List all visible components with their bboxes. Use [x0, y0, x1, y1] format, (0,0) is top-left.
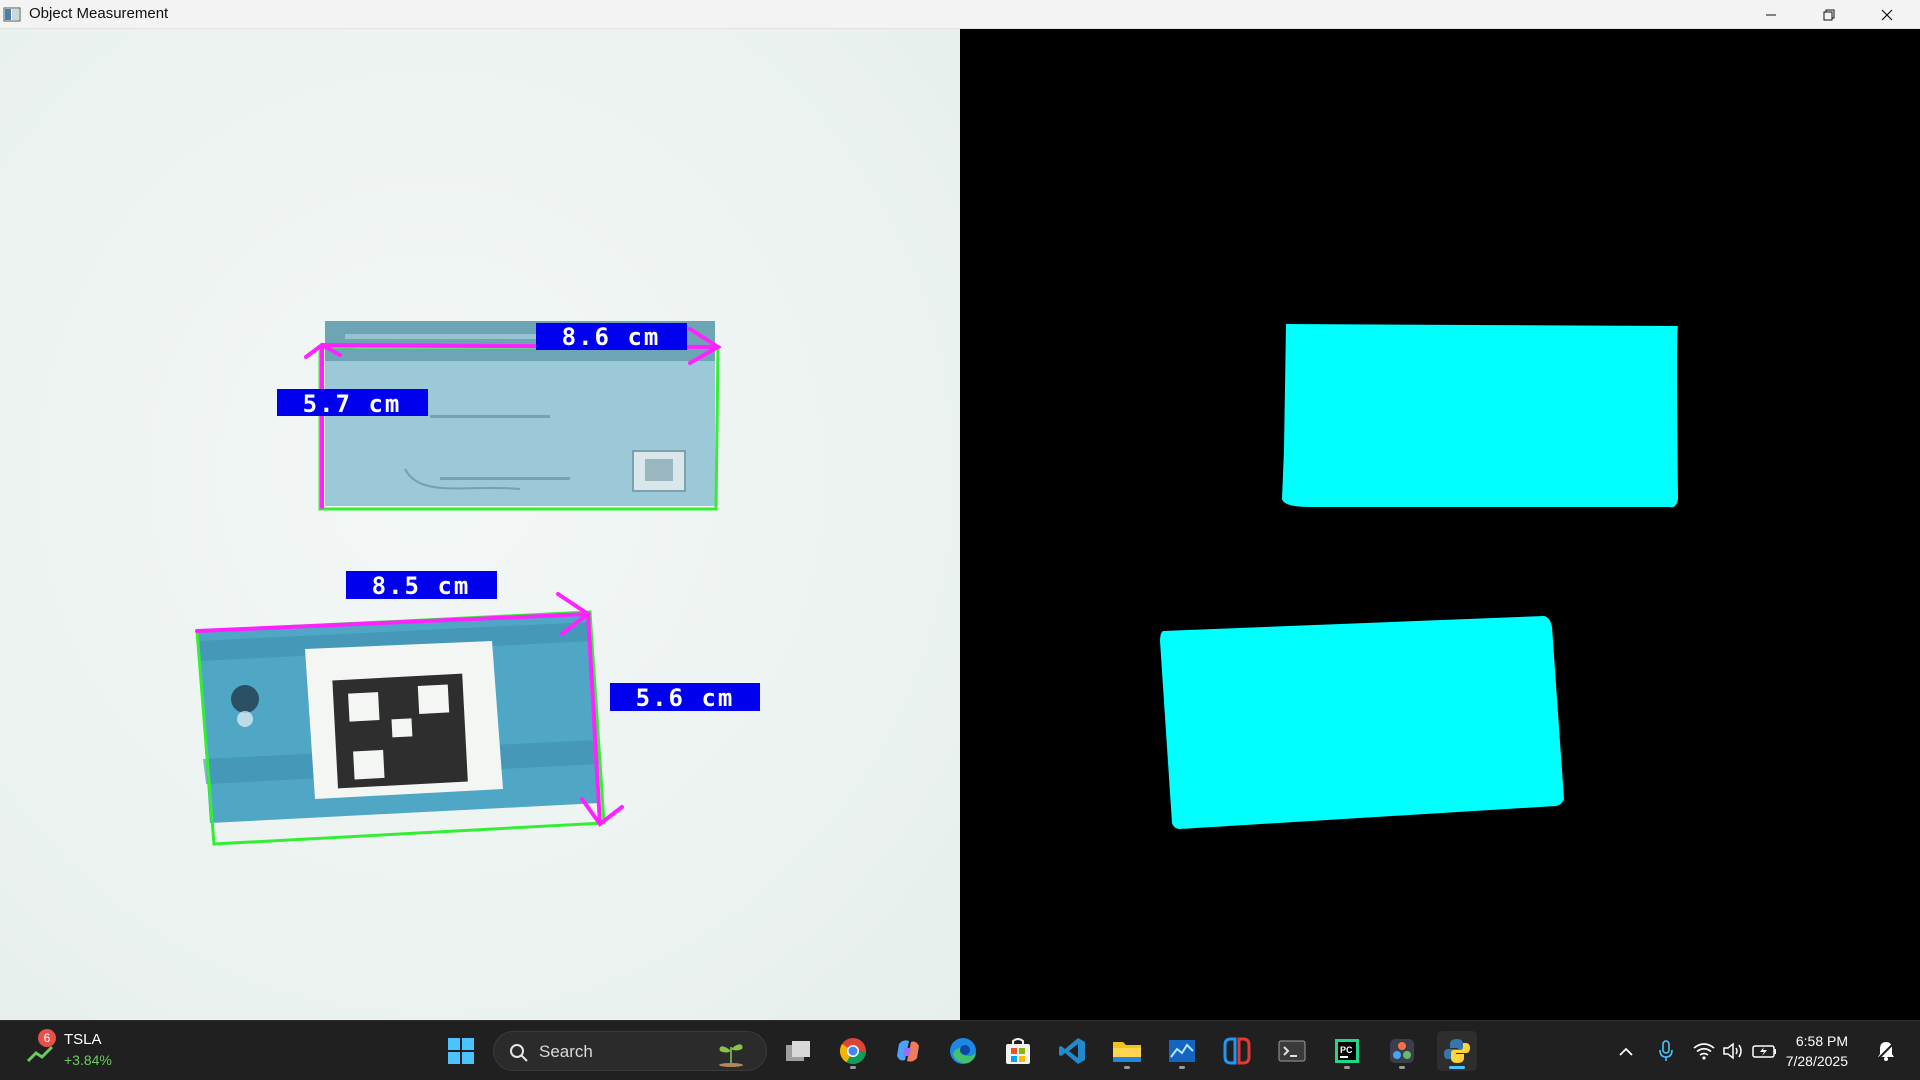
python-button[interactable] [1437, 1031, 1477, 1071]
window-title: Object Measurement [29, 5, 169, 22]
restore-icon [1823, 9, 1835, 20]
card-top-height-label: 5.7 cm [277, 389, 428, 418]
nintendo-switch-button[interactable] [1217, 1031, 1257, 1071]
running-indicator [1124, 1066, 1130, 1069]
card-bottom-image [197, 612, 600, 823]
davinci-resolve-icon [1390, 1039, 1414, 1063]
terminal-button[interactable] [1272, 1031, 1312, 1071]
chrome-button[interactable] [833, 1031, 873, 1071]
running-indicator [1344, 1066, 1350, 1069]
card-top-width-label: 8.6 cm [536, 323, 687, 351]
clock-date: 7/28/2025 [1785, 1053, 1848, 1069]
vscode-button[interactable] [1052, 1031, 1092, 1071]
stock-chart-icon [26, 1045, 54, 1063]
running-indicator [850, 1066, 856, 1069]
microsoft-store-icon [1006, 1038, 1030, 1064]
close-icon [1881, 9, 1893, 20]
search-icon [510, 1044, 528, 1062]
notifications-button[interactable] [1874, 1039, 1898, 1063]
volume-button[interactable] [1721, 1039, 1745, 1063]
edge-button[interactable] [943, 1031, 983, 1071]
clock[interactable]: 6:58 PM 7/28/2025 [1786, 1031, 1848, 1071]
chevron-up-icon [1619, 1047, 1633, 1056]
edge-icon [950, 1038, 976, 1064]
store-button[interactable] [998, 1031, 1038, 1071]
vscode-icon [1059, 1038, 1085, 1064]
active-indicator [1449, 1066, 1465, 1069]
taskbar: 6 TSLA +3.84% Search PC 6:58 PM 7/28/202… [0, 1020, 1920, 1080]
battery-icon [1752, 1045, 1776, 1058]
copilot-icon [897, 1040, 919, 1062]
search-highlight-icon [719, 1044, 743, 1067]
card-bottom-width-label: 8.5 cm [346, 571, 497, 600]
clock-time: 6:58 PM [1795, 1033, 1848, 1049]
copilot-button[interactable] [888, 1031, 928, 1071]
search-label: Search [539, 1042, 593, 1061]
nintendo-switch-icon [1223, 1037, 1251, 1065]
file-explorer-button[interactable] [1107, 1031, 1147, 1071]
svg-text:5.7 cm: 5.7 cm [303, 390, 402, 418]
davinci-resolve-button[interactable] [1382, 1031, 1422, 1071]
wifi-icon [1693, 1043, 1715, 1060]
mask-view [960, 29, 1920, 1020]
pycharm-button[interactable]: PC [1327, 1031, 1367, 1071]
microphone-icon [1659, 1040, 1673, 1061]
restore-button[interactable] [1800, 0, 1858, 29]
show-hidden-icons-button[interactable] [1614, 1039, 1638, 1063]
start-button[interactable] [441, 1031, 481, 1071]
app-icon [3, 7, 21, 22]
mask-blob-top [1282, 324, 1678, 508]
notification-badge: 6 [38, 1029, 56, 1047]
svg-text:5.6 cm: 5.6 cm [636, 684, 735, 712]
stock-change: +3.84% [64, 1052, 112, 1068]
windows-start-icon [448, 1038, 474, 1064]
card-bottom-height-label: 5.6 cm [610, 683, 760, 712]
microphone-button[interactable] [1654, 1039, 1678, 1063]
pycharm-icon: PC [1335, 1039, 1359, 1063]
chrome-icon [839, 1038, 867, 1065]
stock-ticker: TSLA [64, 1031, 102, 1048]
volume-icon [1723, 1042, 1742, 1060]
running-indicator [1399, 1066, 1405, 1069]
svg-text:PC: PC [1340, 1045, 1353, 1055]
python-icon [1444, 1039, 1470, 1063]
running-indicator [1179, 1066, 1185, 1069]
mask-blob-bottom [1160, 616, 1564, 829]
close-button[interactable] [1858, 0, 1916, 29]
camera-view: 8.6 cm 5.7 cm 8.5 cm 5.6 cm [0, 29, 960, 1020]
stock-widget[interactable]: 6 TSLA +3.84% [24, 1029, 134, 1073]
svg-text:8.5 cm: 8.5 cm [372, 572, 471, 600]
notification-bell-icon [1876, 1041, 1896, 1061]
svg-text:8.6 cm: 8.6 cm [562, 323, 661, 351]
battery-button[interactable] [1752, 1039, 1776, 1063]
file-explorer-icon [1113, 1042, 1141, 1062]
wifi-button[interactable] [1692, 1039, 1716, 1063]
minimize-icon [1766, 14, 1776, 15]
minimize-button[interactable] [1742, 0, 1800, 29]
title-bar: Object Measurement [0, 0, 1920, 29]
resource-monitor-button[interactable] [1162, 1031, 1202, 1071]
resource-monitor-icon [1169, 1040, 1195, 1062]
task-view-button[interactable] [778, 1031, 818, 1071]
search-input[interactable]: Search [493, 1031, 767, 1071]
terminal-icon [1278, 1040, 1306, 1062]
task-view-icon [786, 1041, 810, 1061]
